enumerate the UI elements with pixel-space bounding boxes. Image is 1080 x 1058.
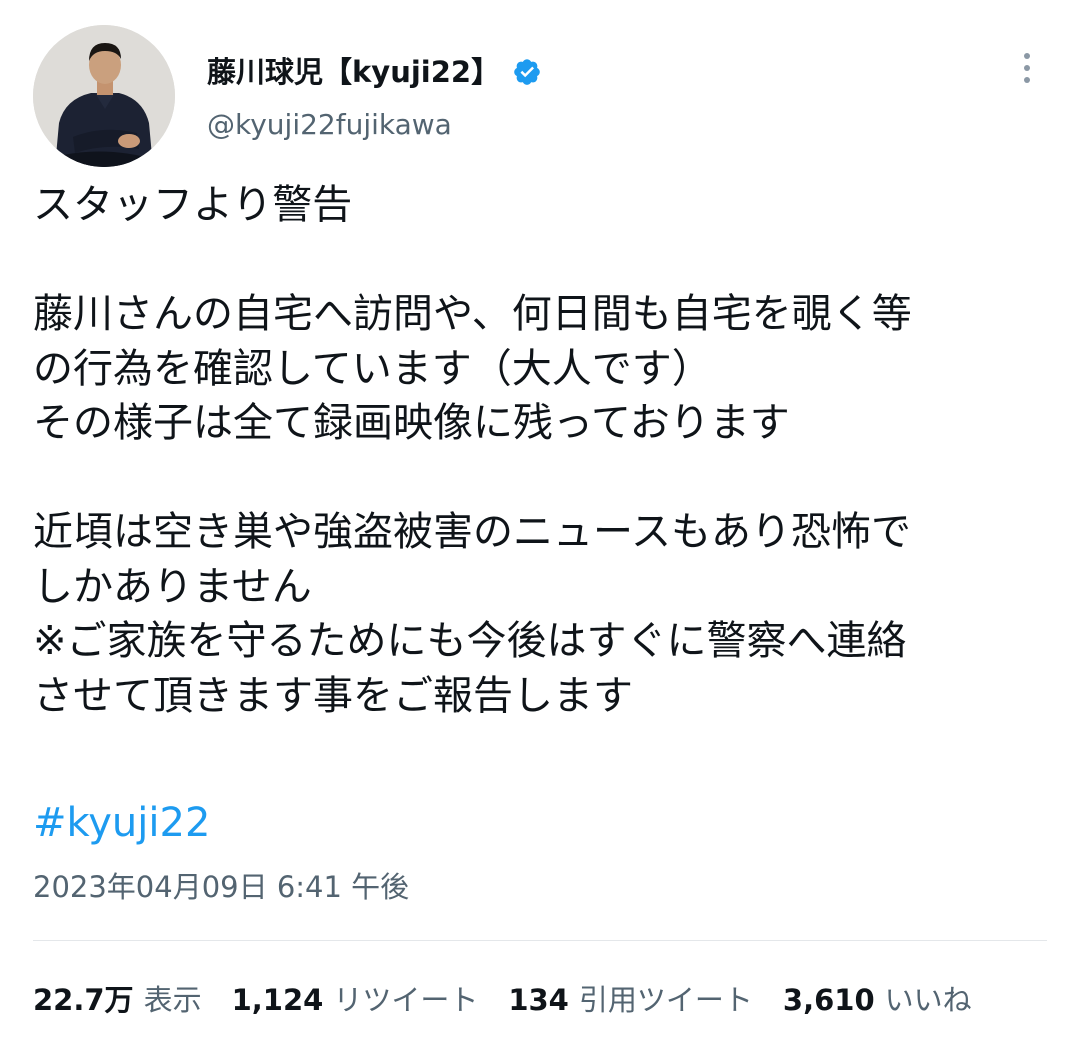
views-label: 表示 bbox=[143, 983, 202, 1017]
more-vertical-icon[interactable] bbox=[1010, 46, 1044, 90]
more-dot bbox=[1024, 53, 1030, 59]
retweets-stat[interactable]: 1,124 リツイート bbox=[232, 980, 479, 1020]
views-count: 22.7万 bbox=[33, 983, 134, 1017]
hashtag-link[interactable]: #kyuji22 bbox=[33, 795, 210, 851]
user-handle[interactable]: @kyuji22fujikawa bbox=[207, 105, 452, 145]
tweet-stats: 22.7万 表示 1,124 リツイート 134 引用ツイート 3,610 いい… bbox=[33, 980, 1002, 1020]
likes-label: いいね bbox=[884, 983, 972, 1017]
display-name[interactable]: 藤川球児【kyuji22】 bbox=[207, 52, 542, 92]
verified-badge-icon bbox=[514, 59, 540, 85]
tweet-text: スタッフより警告 藤川さんの自宅へ訪問や、何日間も自宅を覗く等 の行為を確認して… bbox=[33, 182, 912, 719]
quotes-label: 引用ツイート bbox=[578, 983, 753, 1017]
tweet-timestamp[interactable]: 2023年04月09日 6:41 午後 bbox=[33, 867, 409, 907]
quotes-stat[interactable]: 134 引用ツイート bbox=[508, 980, 753, 1020]
likes-stat[interactable]: 3,610 いいね bbox=[783, 980, 972, 1020]
divider bbox=[33, 940, 1047, 941]
views-stat: 22.7万 表示 bbox=[33, 980, 202, 1020]
likes-count: 3,610 bbox=[782, 983, 875, 1017]
retweets-count: 1,124 bbox=[231, 983, 324, 1017]
avatar-photo bbox=[33, 25, 175, 167]
more-dot bbox=[1024, 65, 1030, 71]
more-dot bbox=[1024, 77, 1030, 83]
display-name-text: 藤川球児【kyuji22】 bbox=[207, 55, 501, 89]
retweets-label: リツイート bbox=[333, 983, 479, 1017]
quotes-count: 134 bbox=[508, 983, 569, 1017]
avatar[interactable] bbox=[33, 25, 175, 167]
